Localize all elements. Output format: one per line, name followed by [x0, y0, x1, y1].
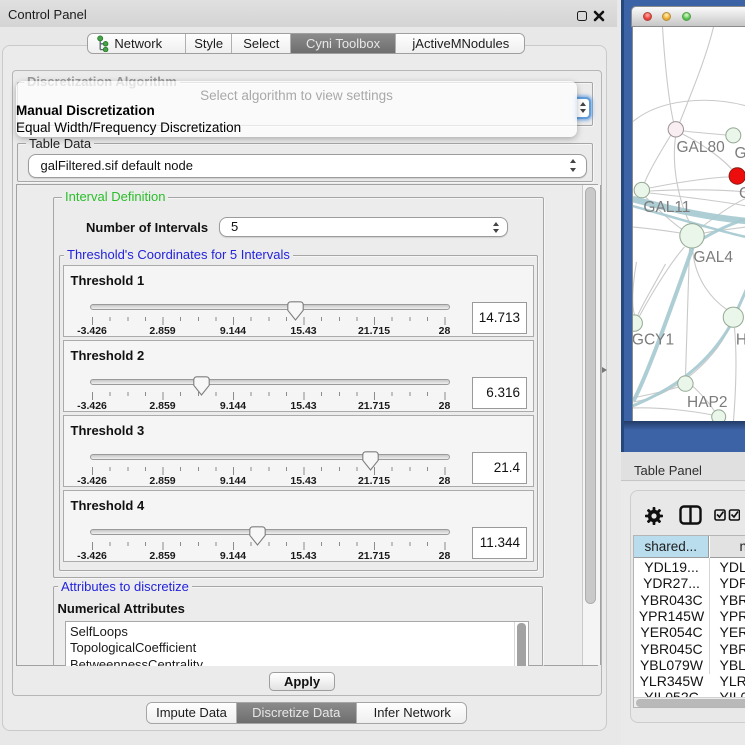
svg-text:GAL80: GAL80: [677, 139, 726, 156]
svg-text:GCY1: GCY1: [633, 332, 674, 349]
svg-text:HA: HA: [736, 332, 745, 349]
svg-text:GAL11: GAL11: [643, 199, 690, 216]
svg-text:GAL1: GAL1: [735, 145, 745, 162]
svg-text:GAL4: GAL4: [693, 249, 733, 266]
svg-text:HAP2: HAP2: [687, 394, 728, 411]
svg-text:CD: CD: [739, 185, 745, 202]
